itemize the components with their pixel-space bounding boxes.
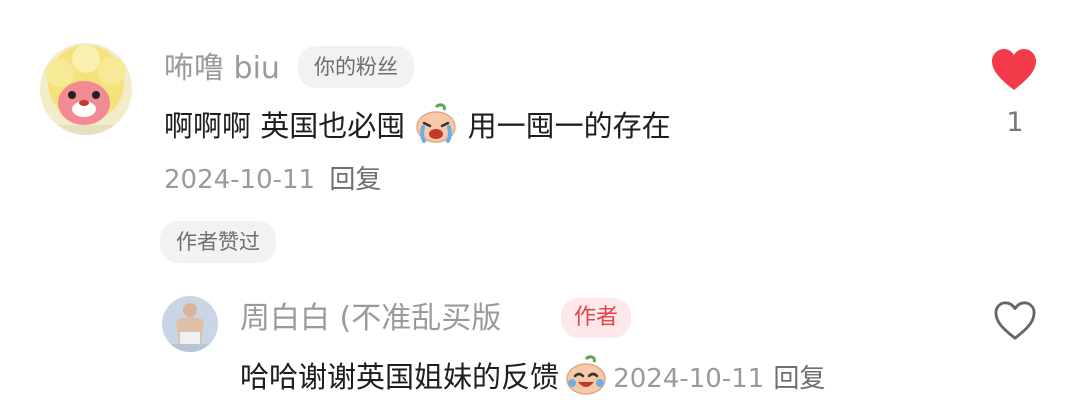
like-count: 1 (1006, 107, 1024, 138)
comment-date: 2024-10-11 (164, 165, 316, 195)
comment-meta: 2024-10-11 回复 (164, 162, 381, 198)
replier-username[interactable]: 周白白 (不准乱买版 (240, 300, 501, 338)
replier-avatar[interactable] (162, 296, 218, 352)
comment-text-part1: 啊啊啊 英国也必囤 (164, 109, 406, 143)
comment-text: 啊啊啊 英国也必囤 用一囤一的存在 (164, 103, 671, 153)
reply-reply-button[interactable]: 回复 (773, 364, 825, 394)
reply-date: 2024-10-11 (613, 364, 765, 394)
heart-filled-icon (992, 49, 1036, 90)
crying-peach-emoji (414, 103, 458, 153)
reply-button[interactable]: 回复 (329, 165, 381, 195)
reply-text: 哈哈谢谢英国姐妹的反馈 (240, 360, 560, 394)
author-liked-badge: 作者赞过 (160, 221, 276, 263)
like-button[interactable] (990, 48, 1038, 92)
comment-text-part2: 用一囤一的存在 (467, 109, 671, 143)
commenter-username[interactable]: 咘噜 biu (164, 50, 280, 88)
commenter-avatar[interactable] (40, 43, 132, 135)
laughing-crying-peach-emoji (564, 355, 608, 410)
heart-outline-icon (994, 301, 1036, 340)
author-badge: 作者 (561, 298, 632, 338)
reply-like-button[interactable] (992, 300, 1038, 342)
reply-content: 哈哈谢谢英国姐妹的反馈 2024-10-11 回复 (240, 355, 825, 410)
fan-badge: 你的粉丝 (298, 46, 414, 88)
